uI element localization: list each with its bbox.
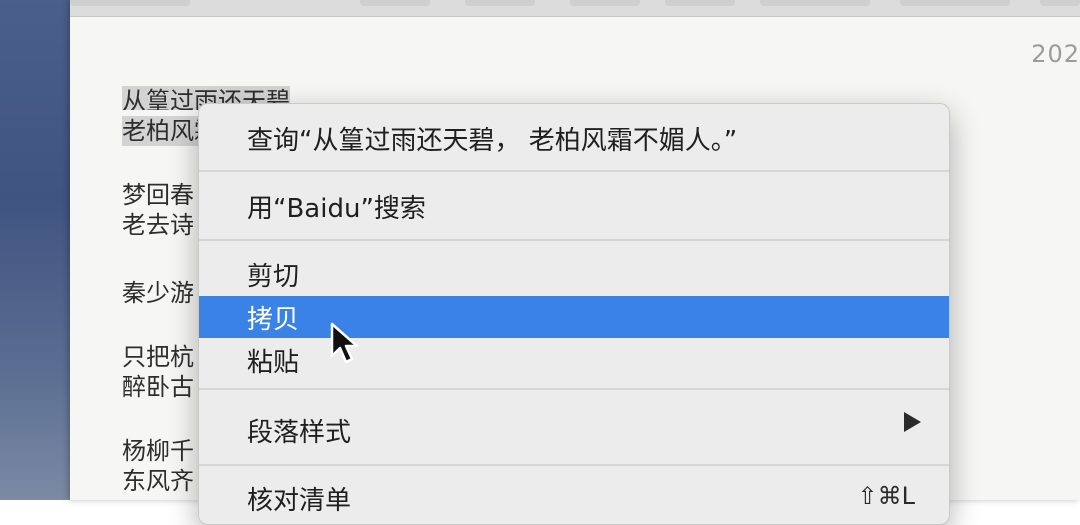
menu-item-label: 粘贴 — [247, 348, 300, 378]
toolbar-button[interactable] — [1040, 0, 1080, 6]
toolbar-button[interactable] — [70, 0, 190, 6]
window-toolbar — [70, 0, 1080, 17]
poem-line[interactable]: 醉卧古 — [122, 372, 194, 402]
mouse-pointer-icon — [330, 322, 359, 364]
menu-item-copy[interactable]: 拷贝 — [199, 296, 949, 338]
menu-item-cut[interactable]: 剪切 — [199, 252, 949, 296]
menu-item-paragraph-style[interactable]: 段落样式 — [199, 404, 949, 454]
triangle-right-icon — [904, 412, 921, 432]
poem-line[interactable]: 只把杭 — [122, 342, 194, 372]
menu-item-label: 查询“从篁过雨还天碧， 老柏风霜不媚人。” — [247, 126, 738, 156]
menu-item-label: 段落样式 — [247, 418, 352, 448]
poem-line-selected[interactable]: 老柏风霜不媚人。 — [122, 116, 200, 146]
note-date: 202 — [1031, 40, 1080, 68]
menu-item-paste[interactable]: 粘贴 — [199, 338, 949, 382]
menu-separator — [199, 170, 949, 172]
toolbar-button[interactable] — [900, 0, 1010, 6]
menu-item-search-baidu[interactable]: 用“Baidu”搜索 — [199, 180, 949, 230]
menu-separator — [199, 239, 949, 241]
menu-item-shortcut: ⇧⌘L — [857, 482, 915, 510]
toolbar-button[interactable] — [570, 0, 640, 6]
poem-line[interactable]: 东风齐 — [122, 466, 194, 496]
context-menu: 查询“从篁过雨还天碧， 老柏风霜不媚人。” 用“Baidu”搜索 剪切 拷贝 粘… — [198, 103, 950, 525]
menu-item-checklist[interactable]: 核对清单 ⇧⌘L — [199, 476, 949, 524]
poem-line[interactable]: 杨柳千 — [122, 436, 194, 466]
poem-line[interactable]: 老去诗 — [122, 210, 194, 240]
toolbar-button[interactable] — [760, 0, 870, 6]
menu-item-label: 剪切 — [247, 262, 300, 292]
toolbar-button[interactable] — [360, 0, 430, 6]
menu-item-lookup[interactable]: 查询“从篁过雨还天碧， 老柏风霜不媚人。” — [199, 110, 949, 160]
menu-item-label: 拷贝 — [247, 305, 300, 335]
poem-line[interactable]: 秦少游 — [122, 278, 194, 308]
toolbar-button[interactable] — [665, 0, 735, 6]
menu-separator — [199, 388, 949, 390]
menu-separator — [199, 464, 949, 466]
menu-item-label: 核对清单 — [247, 486, 352, 516]
menu-item-label: 用“Baidu”搜索 — [247, 194, 426, 224]
poem-line[interactable]: 梦回春 — [122, 180, 194, 210]
toolbar-button[interactable] — [465, 0, 535, 6]
